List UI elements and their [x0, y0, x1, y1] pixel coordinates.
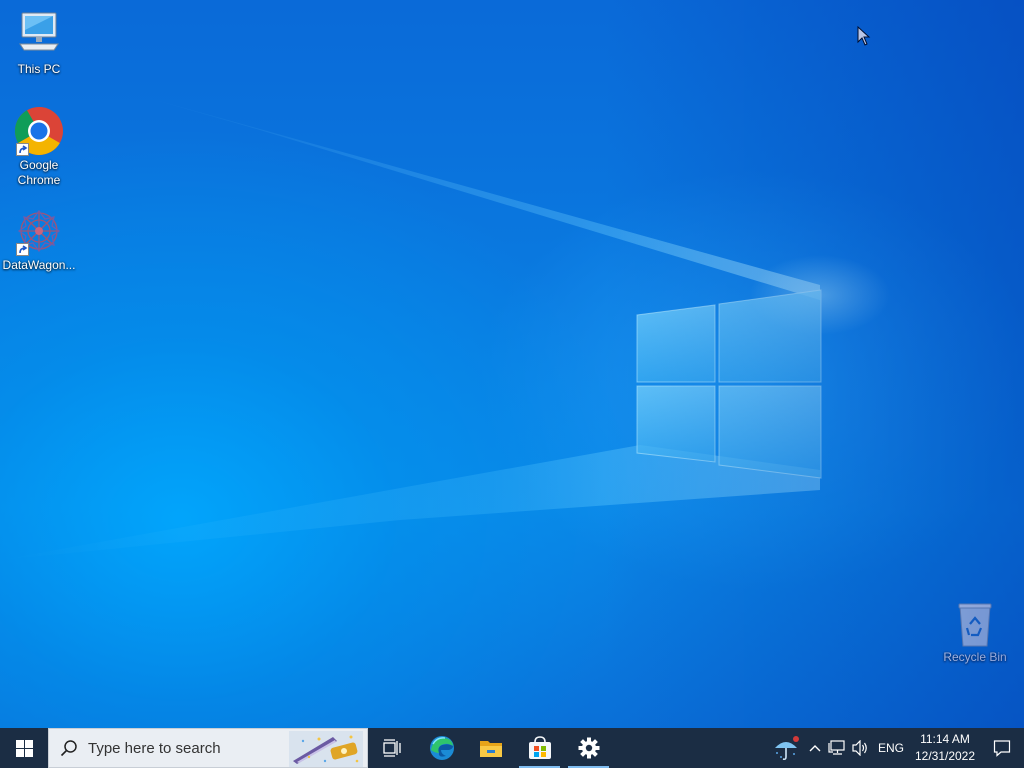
- taskbar-store-button[interactable]: [515, 728, 564, 768]
- taskbar: Type here to search ENG 11:14 AM 12/31/2…: [0, 728, 1024, 768]
- desktop-icon-label: Recycle Bin: [943, 650, 1007, 664]
- windows-logo-icon: [15, 739, 33, 757]
- search-box[interactable]: Type here to search: [48, 728, 368, 768]
- chrome-icon: [14, 106, 64, 156]
- system-tray: ENG 11:14 AM 12/31/2022: [768, 728, 1024, 768]
- network-button[interactable]: [826, 728, 848, 768]
- show-hidden-icons-button[interactable]: [804, 728, 826, 768]
- desktop: This PC Google Chrome DataWagon... Recyc…: [0, 0, 1024, 728]
- recycle-bin-icon: [950, 602, 1000, 648]
- chevron-up-icon: [809, 745, 821, 752]
- clock-time: 11:14 AM: [920, 732, 970, 746]
- desktop-icon-this-pc[interactable]: This PC: [0, 10, 78, 77]
- computer-icon: [14, 10, 64, 60]
- shortcut-arrow-icon: [16, 143, 29, 156]
- taskbar-task-view-button[interactable]: [368, 728, 417, 768]
- taskbar-edge-button[interactable]: [417, 728, 466, 768]
- clock[interactable]: 11:14 AM 12/31/2022: [910, 728, 980, 768]
- notification-icon: [993, 740, 1011, 757]
- task-view-icon: [382, 739, 401, 757]
- mouse-cursor-icon: [857, 26, 871, 46]
- store-icon: [528, 736, 551, 759]
- language-indicator[interactable]: ENG: [872, 728, 910, 768]
- weather-button[interactable]: [768, 728, 804, 768]
- search-icon: [60, 740, 77, 757]
- weather-umbrella-icon: [774, 736, 799, 761]
- start-button[interactable]: [0, 728, 48, 768]
- desktop-icon-google-chrome[interactable]: Google Chrome: [0, 106, 78, 188]
- network-icon: [828, 740, 845, 755]
- desktop-icon-label: This PC: [17, 62, 61, 76]
- desktop-icon-recycle-bin[interactable]: Recycle Bin: [936, 602, 1014, 665]
- desktop-icon-label: DataWagon...: [2, 258, 76, 272]
- gear-icon: [578, 737, 599, 759]
- speaker-icon: [852, 740, 867, 756]
- datawagon-icon: [14, 206, 64, 256]
- edge-icon: [429, 736, 454, 760]
- search-placeholder: Type here to search: [88, 739, 221, 757]
- search-highlight-icon[interactable]: [289, 731, 363, 767]
- clock-date: 12/31/2022: [914, 749, 976, 763]
- taskbar-file-explorer-button[interactable]: [466, 728, 515, 768]
- desktop-icon-label: Google Chrome: [17, 158, 61, 187]
- volume-button[interactable]: [848, 728, 872, 768]
- file-explorer-icon: [479, 741, 502, 757]
- shortcut-arrow-icon: [16, 243, 29, 256]
- desktop-icon-datawagon[interactable]: DataWagon...: [0, 206, 78, 273]
- wallpaper-windows-logo: [0, 90, 890, 560]
- taskbar-settings-button[interactable]: [564, 728, 613, 768]
- notifications-button[interactable]: [980, 728, 1024, 768]
